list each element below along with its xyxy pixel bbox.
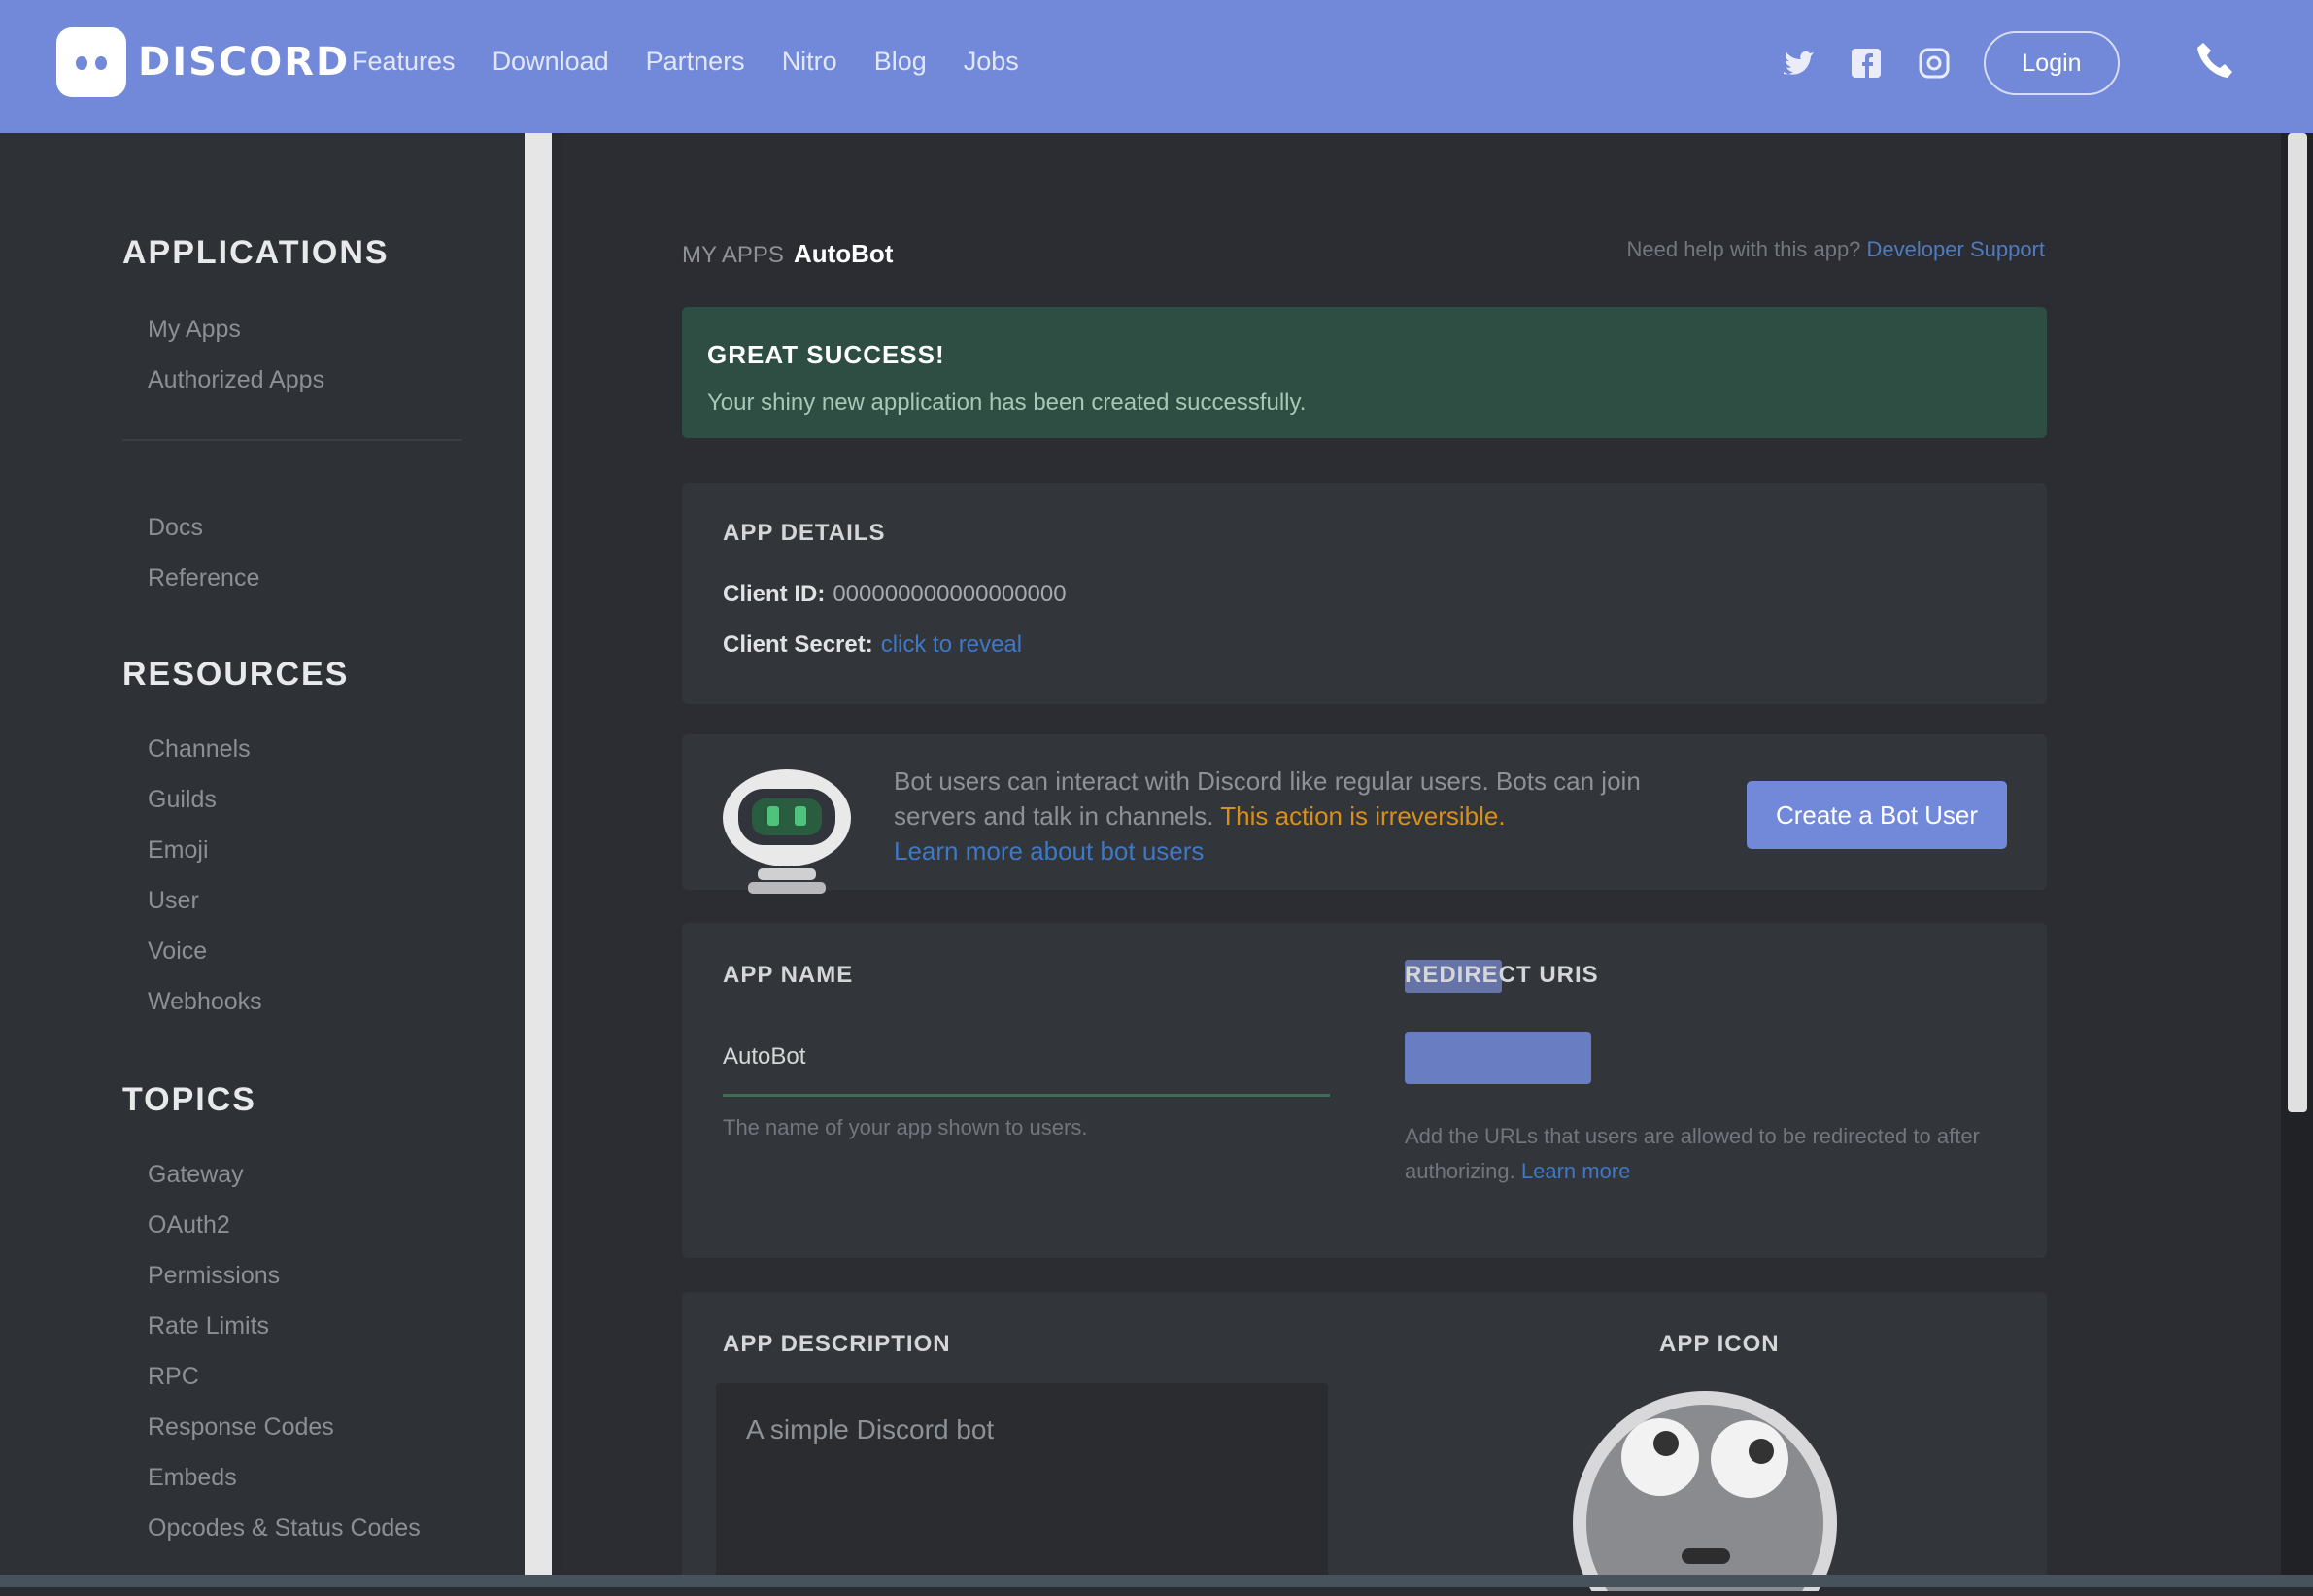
nav-download[interactable]: Download	[493, 47, 609, 77]
client-id-value: 000000000000000000	[833, 581, 1067, 607]
app-name-underline	[723, 1094, 1330, 1097]
sidebar-item-voice[interactable]: Voice	[148, 937, 207, 966]
sidebar-item-reference[interactable]: Reference	[148, 564, 259, 593]
phone-icon[interactable]	[2194, 39, 2236, 82]
help-note: Need help with this app? Developer Suppo…	[1626, 237, 2045, 262]
sidebar-item-rate-limits[interactable]: Rate Limits	[148, 1312, 269, 1341]
sidebar-heading-resources: RESOURCES	[122, 656, 350, 693]
sidebar-heading-applications: APPLICATIONS	[122, 234, 390, 271]
redirect-help-text: Add the URLs that users are allowed to b…	[1405, 1124, 1980, 1183]
bot-warning-text: This action is irreversible.	[1220, 801, 1506, 831]
sidebar-heading-topics: TOPICS	[122, 1081, 256, 1118]
bot-description: Bot users can interact with Discord like…	[894, 764, 1651, 868]
sidebar-item-authorized-apps[interactable]: Authorized Apps	[148, 366, 324, 394]
redirect-learn-more-link[interactable]: Learn more	[1521, 1159, 1631, 1183]
app-description-text: A simple Discord bot	[746, 1414, 995, 1444]
top-navbar: DISCORD Features Download Partners Nitro…	[0, 0, 2313, 133]
sidebar-item-emoji[interactable]: Emoji	[148, 836, 209, 865]
developer-support-link[interactable]: Developer Support	[1867, 237, 2045, 261]
twitter-icon[interactable]	[1780, 45, 1817, 82]
main-nav: Features Download Partners Nitro Blog Jo…	[352, 47, 1019, 77]
app-name-label: APP NAME	[723, 962, 854, 988]
logo-text: DISCORD	[138, 40, 351, 85]
nav-jobs[interactable]: Jobs	[964, 47, 1019, 77]
sidebar-item-gateway[interactable]: Gateway	[148, 1161, 244, 1189]
redirect-uris-label: REDIRECT URIS	[1405, 962, 1599, 988]
sidebar-item-permissions[interactable]: Permissions	[148, 1262, 280, 1290]
nav-features[interactable]: Features	[352, 47, 456, 77]
sidebar: APPLICATIONS My Apps Authorized Apps Doc…	[0, 133, 525, 1575]
bot-robot-icon	[719, 760, 855, 896]
breadcrumb: MY APPS AutoBot	[682, 239, 893, 269]
reveal-secret-link[interactable]: click to reveal	[881, 631, 1022, 658]
app-description-label: APP DESCRIPTION	[723, 1331, 951, 1357]
sidebar-item-guilds[interactable]: Guilds	[148, 786, 217, 814]
instagram-icon[interactable]	[1916, 45, 1953, 82]
app-name-input[interactable]: AutoBot	[723, 1043, 805, 1070]
sidebar-item-embeds[interactable]: Embeds	[148, 1464, 237, 1492]
sidebar-item-oauth2[interactable]: OAuth2	[148, 1211, 230, 1239]
sidebar-item-webhooks[interactable]: Webhooks	[148, 988, 262, 1016]
sidebar-item-channels[interactable]: Channels	[148, 735, 251, 764]
sidebar-scrollbar[interactable]	[525, 133, 552, 1575]
success-title: GREAT SUCCESS!	[707, 340, 945, 369]
breadcrumb-current: AutoBot	[793, 239, 894, 268]
discord-logo-icon	[56, 27, 126, 97]
breadcrumb-my-apps[interactable]: MY APPS	[682, 242, 784, 268]
sidebar-item-my-apps[interactable]: My Apps	[148, 316, 241, 344]
sidebar-item-user[interactable]: User	[148, 887, 199, 915]
nav-blog[interactable]: Blog	[874, 47, 927, 77]
success-banner: GREAT SUCCESS! Your shiny new applicatio…	[682, 307, 2047, 438]
app-name-help: The name of your app shown to users.	[723, 1115, 1088, 1139]
client-secret-row: Client Secret: click to reveal	[723, 631, 1022, 659]
main-scrollbar-thumb[interactable]	[2288, 133, 2307, 1112]
nav-partners[interactable]: Partners	[646, 47, 745, 77]
sidebar-item-response-codes[interactable]: Response Codes	[148, 1413, 334, 1442]
client-id-label: Client ID:	[723, 581, 826, 607]
learn-bot-users-link[interactable]: Learn more about bot users	[894, 836, 1204, 866]
success-message: Your shiny new application has been crea…	[707, 390, 1307, 416]
help-note-text: Need help with this app?	[1626, 237, 1861, 261]
nav-nitro[interactable]: Nitro	[782, 47, 837, 77]
app-settings-card	[682, 923, 2047, 1258]
sidebar-item-docs[interactable]: Docs	[148, 514, 203, 542]
sidebar-divider	[122, 439, 462, 441]
sidebar-item-rpc[interactable]: RPC	[148, 1363, 199, 1391]
add-redirect-button[interactable]	[1405, 1032, 1591, 1084]
app-details-label: APP DETAILS	[723, 520, 886, 546]
app-description-textarea[interactable]	[716, 1383, 1328, 1578]
login-button[interactable]: Login	[1984, 31, 2120, 95]
app-icon-label: APP ICON	[1659, 1331, 1780, 1357]
client-secret-label: Client Secret:	[723, 631, 873, 658]
discord-logo[interactable]: DISCORD	[56, 27, 350, 97]
client-id-row: Client ID: 000000000000000000	[723, 581, 1067, 608]
app-icon-avatar[interactable]	[1571, 1377, 1839, 1596]
facebook-icon[interactable]	[1848, 45, 1885, 82]
sidebar-gutter	[552, 133, 563, 1575]
redirect-help: Add the URLs that users are allowed to b…	[1405, 1119, 1997, 1189]
create-bot-user-button[interactable]: Create a Bot User	[1747, 781, 2007, 849]
bottom-strip	[0, 1575, 2313, 1587]
sidebar-item-opcodes[interactable]: Opcodes & Status Codes	[148, 1514, 421, 1543]
